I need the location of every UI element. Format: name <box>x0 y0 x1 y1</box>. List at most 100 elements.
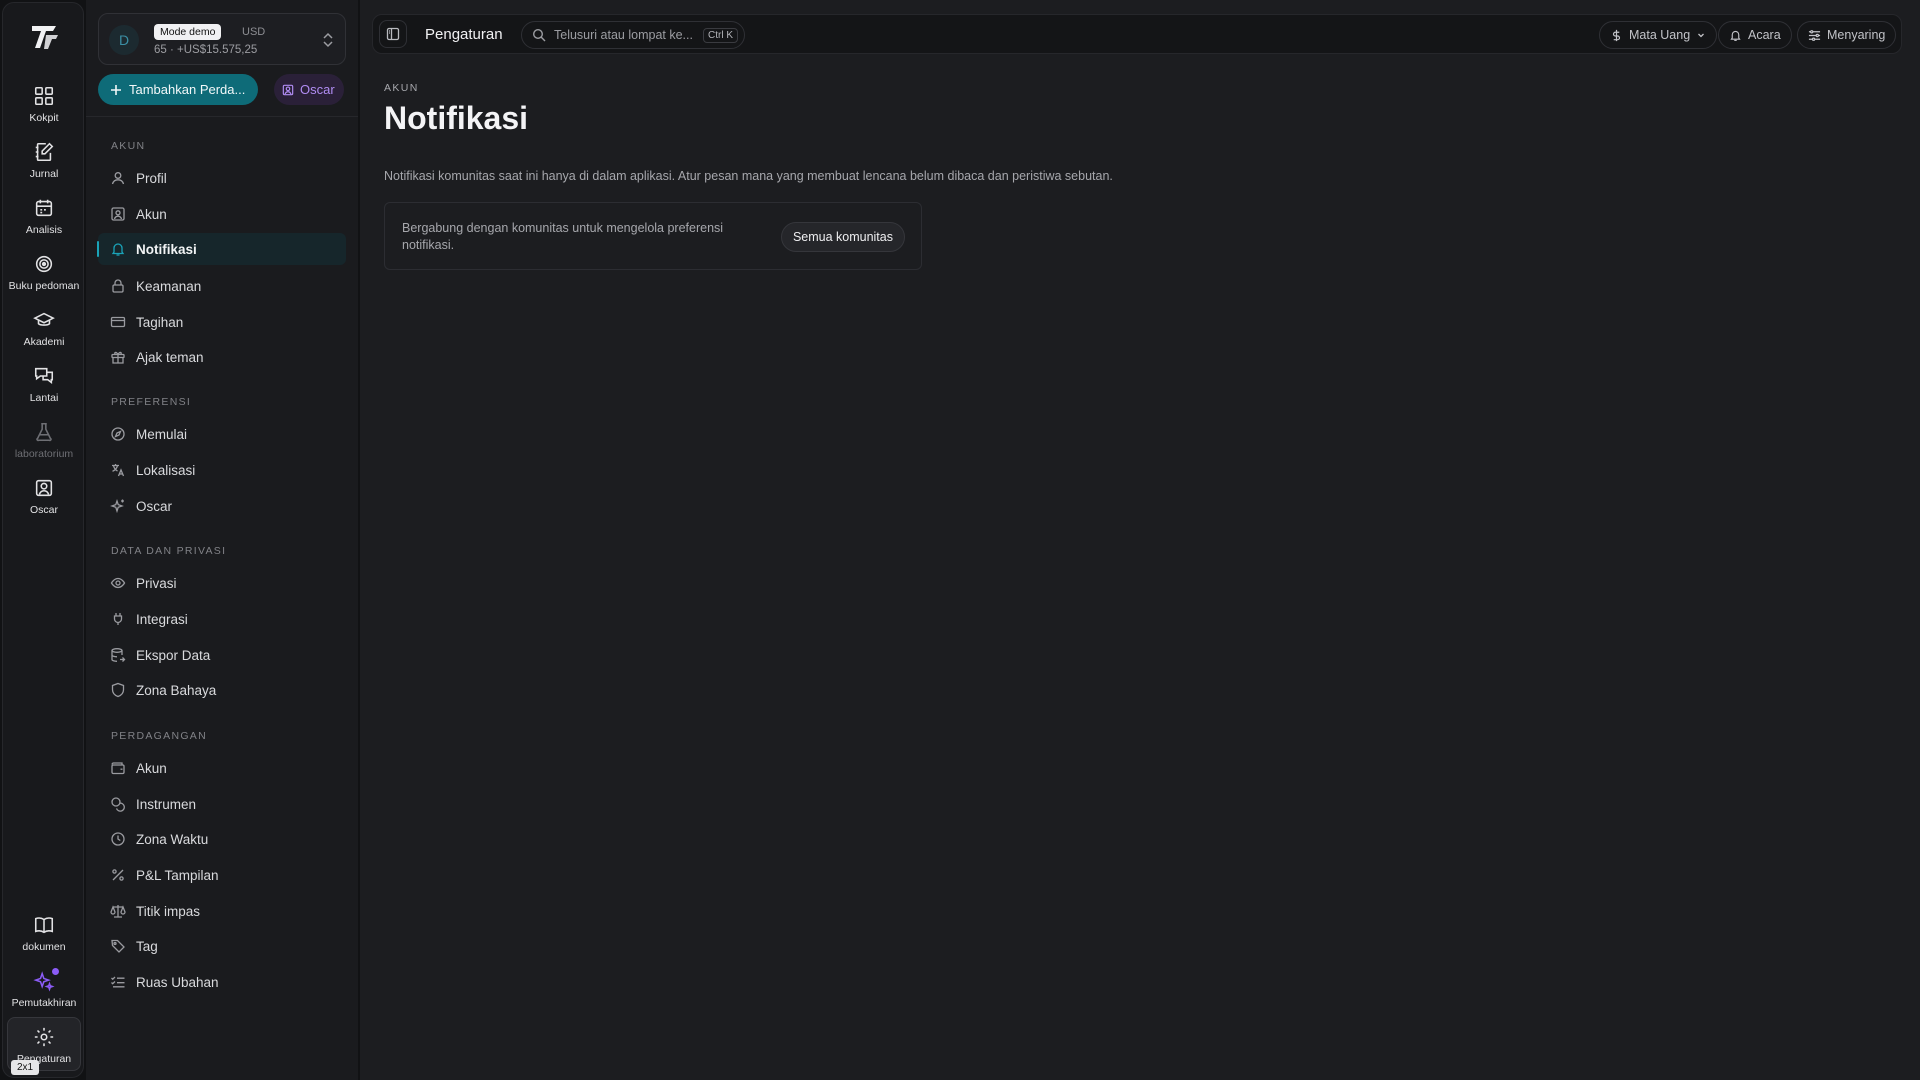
contact-icon <box>111 207 125 221</box>
scale-icon <box>110 905 126 918</box>
rail-label: laboratorium <box>14 448 74 460</box>
sidebar-item-ekspor-data[interactable]: Ekspor Data <box>98 639 346 671</box>
divider <box>86 116 358 117</box>
tag-icon <box>111 939 125 953</box>
rail-label: dokumen <box>22 941 66 953</box>
book-icon <box>34 917 54 934</box>
sidebar-item-label: Akun <box>136 206 167 222</box>
rail-label: Oscar <box>29 504 58 516</box>
app-window: Kokpit Jurnal Analisis Buku pedoman Akad… <box>0 0 1920 1080</box>
sidebar-item-notifikasi[interactable]: Notifikasi <box>97 233 346 265</box>
sidebar-item-titik-impas[interactable]: Titik impas <box>98 895 346 927</box>
sidebar-item-ruas-ubahan[interactable]: Ruas Ubahan <box>98 966 346 998</box>
translate-icon <box>112 464 125 477</box>
page-section-title: Pengaturan <box>425 26 503 43</box>
sidebar-item-keamanan[interactable]: Keamanan <box>98 270 346 302</box>
currency-dropdown[interactable]: Mata Uang <box>1599 21 1718 49</box>
events-button[interactable]: Acara <box>1718 21 1792 49</box>
user-icon <box>111 172 125 185</box>
sidebar-item-profil[interactable]: Profil <box>98 162 346 194</box>
dashboard-icon <box>34 86 54 106</box>
rail-item-buku-pedoman[interactable]: Buku pedoman <box>7 251 81 303</box>
rail-label: Buku pedoman <box>8 280 80 292</box>
rail-label: Jurnal <box>29 168 59 180</box>
sidebar-item-akun-trading[interactable]: Akun <box>98 752 346 784</box>
search-placeholder: Telusuri atau lompat ke... <box>554 28 693 42</box>
community-notification-card: Bergabung dengan komunitas untuk mengelo… <box>384 202 922 270</box>
rail-item-pemutakhiran[interactable]: Pemutakhiran <box>7 968 81 1020</box>
clock-icon <box>111 832 125 846</box>
sidebar-item-oscar[interactable]: Oscar <box>98 490 346 522</box>
breadcrumb: AKUN <box>384 82 419 94</box>
account-switcher[interactable]: D Mode demo USD 65 · +US$15.575,25 <box>98 13 346 65</box>
rail-label: Pemutakhiran <box>11 997 77 1009</box>
sidebar-toggle-button[interactable] <box>379 20 407 48</box>
rail-label: Akademi <box>23 336 65 348</box>
sidebar-item-label: Tagihan <box>136 314 184 330</box>
sidebar-item-tag[interactable]: Tag <box>98 930 346 962</box>
contact-icon <box>35 479 53 497</box>
rail-label: Lantai <box>29 392 59 404</box>
card-text: Bergabung dengan komunitas untuk mengelo… <box>402 221 724 252</box>
sidebar-item-label: Titik impas <box>136 903 201 919</box>
sidebar-item-akun[interactable]: Akun <box>98 198 346 230</box>
top-bar: Pengaturan Telusuri atau lompat ke... Ct… <box>372 14 1902 54</box>
oscar-button[interactable]: Oscar <box>274 74 344 105</box>
section-title-preferensi: PREFERENSI <box>111 396 192 408</box>
sidebar-item-label: Ajak teman <box>136 349 204 365</box>
sparkle-icon <box>110 498 124 514</box>
sidebar-item-label: Lokalisasi <box>136 462 196 478</box>
rail-item-laboratorium[interactable]: laboratorium <box>7 419 81 471</box>
gift-icon <box>111 351 125 364</box>
rail-label: Analisis <box>25 224 63 236</box>
plus-icon <box>111 84 121 95</box>
rail-item-analisis[interactable]: Analisis <box>7 195 81 247</box>
sidebar-item-zona-waktu[interactable]: Zona Waktu <box>98 823 346 855</box>
sidebar-item-pl-tampilan[interactable]: P&L Tampilan <box>98 859 346 891</box>
sidebar-item-label: Instrumen <box>136 796 197 812</box>
rail-item-oscar[interactable]: Oscar <box>7 475 81 527</box>
rail-item-dokumen[interactable]: dokumen <box>7 912 81 964</box>
contact-icon <box>282 84 294 95</box>
sidebar-item-tagihan[interactable]: Tagihan <box>98 306 346 338</box>
search-input[interactable]: Telusuri atau lompat ke... Ctrl K <box>521 21 745 49</box>
rail-label: Kokpit <box>29 112 59 124</box>
sliders-icon <box>1808 29 1821 41</box>
calendar-icon <box>35 199 53 217</box>
add-trade-button[interactable]: Tambahkan Perda... <box>98 74 258 105</box>
bell-icon <box>111 243 125 256</box>
rail-item-lantai[interactable]: Lantai <box>7 363 81 415</box>
sidebar-item-memulai[interactable]: Memulai <box>98 418 346 450</box>
filter-label: Menyaring <box>1827 28 1886 42</box>
rail-item-jurnal[interactable]: Jurnal <box>7 139 81 191</box>
app-logo[interactable] <box>29 21 61 53</box>
sidebar-item-label: Ruas Ubahan <box>136 974 219 990</box>
page-title: Notifikasi <box>384 100 529 136</box>
sidebar-item-zona-bahaya[interactable]: Zona Bahaya <box>98 674 346 706</box>
flask-icon <box>36 422 52 442</box>
all-communities-button[interactable]: Semua komunitas <box>780 222 905 252</box>
sidebar-item-label: Zona Bahaya <box>136 682 217 698</box>
sidebar-item-label: Profil <box>136 170 167 186</box>
sidebar-item-privasi[interactable]: Privasi <box>98 567 346 599</box>
page-description: Notifikasi komunitas saat ini hanya di d… <box>384 169 1113 183</box>
sidebar-item-ajak-teman[interactable]: Ajak teman <box>98 341 346 373</box>
dollar-icon <box>1612 29 1621 41</box>
rail-item-kokpit[interactable]: Kokpit <box>7 83 81 135</box>
sidebar-item-lokalisasi[interactable]: Lokalisasi <box>98 454 346 486</box>
rail-item-akademi[interactable]: Akademi <box>7 307 81 359</box>
sidebar-item-label: P&L Tampilan <box>136 867 219 883</box>
sidebar-item-instrumen[interactable]: Instrumen <box>98 788 346 820</box>
section-title-data-privasi: DATA DAN PRIVASI <box>111 545 227 557</box>
sidebar-item-label: Privasi <box>136 575 177 591</box>
sidebar-item-label: Oscar <box>136 498 173 514</box>
sidebar-item-label: Tag <box>136 938 158 954</box>
filter-button[interactable]: Menyaring <box>1797 21 1897 49</box>
sidebar-item-label: Keamanan <box>136 278 202 294</box>
sidebar-item-label: Notifikasi <box>136 241 197 257</box>
sidebar-item-integrasi[interactable]: Integrasi <box>98 603 346 635</box>
add-trade-label: Tambahkan Perda... <box>129 82 246 97</box>
eye-icon <box>110 577 126 589</box>
chevron-updown-icon <box>323 32 333 48</box>
gear-icon <box>34 1027 54 1047</box>
